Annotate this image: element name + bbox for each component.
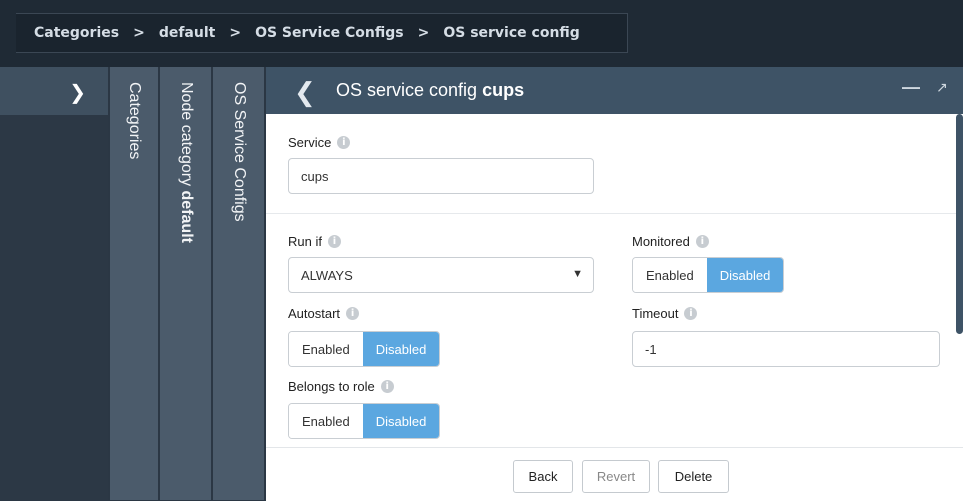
tab-node-category-label: Node category default (177, 82, 195, 243)
run-if-value: ALWAYS (301, 267, 353, 283)
back-button[interactable]: Back (513, 460, 573, 493)
info-icon[interactable]: i (684, 307, 698, 320)
chevron-right-icon: ❯ (69, 82, 86, 104)
panel-title-name: cups (482, 80, 525, 100)
autostart-toggle[interactable]: Enabled Disabled (288, 331, 441, 367)
delete-button[interactable]: Delete (658, 460, 729, 493)
tab-categories[interactable]: Categories (110, 67, 158, 500)
autostart-enabled-option[interactable]: Enabled (289, 332, 363, 366)
tab-os-service-configs[interactable]: OS Service Configs (213, 67, 264, 500)
monitored-toggle[interactable]: Enabled Disabled (632, 257, 785, 293)
info-icon[interactable]: i (380, 380, 394, 393)
info-icon[interactable]: i (695, 235, 709, 248)
panel-header: ❮ OS service config cups — ↗ (266, 67, 963, 114)
panel-title-prefix: OS service config (336, 80, 478, 100)
breadcrumb: Categories > default > OS Service Config… (16, 13, 628, 53)
config-panel: ❮ OS service config cups — ↗ Service i c… (266, 67, 963, 501)
monitored-disabled-option[interactable]: Disabled (706, 258, 784, 292)
tab-categories-label: Categories (126, 82, 143, 160)
breadcrumb-separator: > (229, 25, 242, 41)
run-if-select[interactable]: ALWAYS ▼ (288, 257, 594, 293)
autostart-label-row: Autostart i (288, 306, 360, 321)
service-label-row: Service i (288, 135, 351, 150)
timeout-label-row: Timeout i (632, 306, 698, 321)
maximize-icon[interactable]: ↗ (936, 79, 948, 96)
breadcrumb-separator: > (133, 25, 145, 41)
top-bar: Categories > default > OS Service Config… (0, 0, 963, 67)
node-category-prefix: Node category (178, 82, 195, 187)
breadcrumb-default[interactable]: default (159, 25, 216, 41)
chevron-left-icon[interactable]: ❮ (294, 77, 316, 108)
breadcrumb-os-service-configs[interactable]: OS Service Configs (255, 25, 404, 41)
timeout-label: Timeout (632, 306, 679, 321)
belongs-to-role-toggle[interactable]: Enabled Disabled (288, 403, 441, 439)
divider (266, 213, 956, 214)
run-if-label: Run if (288, 234, 322, 249)
info-icon[interactable]: i (346, 307, 360, 320)
autostart-disabled-option[interactable]: Disabled (362, 332, 440, 366)
belongs-label-row: Belongs to role i (288, 379, 394, 394)
belongs-to-role-label: Belongs to role (288, 379, 375, 394)
scrollbar[interactable] (956, 114, 963, 334)
minimize-icon[interactable]: — (902, 77, 920, 98)
timeout-input[interactable]: -1 (632, 331, 940, 367)
service-label: Service (288, 135, 332, 150)
left-column: ❯ (0, 67, 108, 500)
tab-node-category[interactable]: Node category default (160, 67, 211, 500)
panel-title: OS service config cups (336, 80, 524, 101)
belongs-disabled-option[interactable]: Disabled (362, 404, 440, 438)
revert-button[interactable]: Revert (582, 460, 650, 493)
monitored-label: Monitored (632, 234, 690, 249)
run-if-label-row: Run if i (288, 234, 341, 249)
panel-footer: Back Revert Delete (266, 447, 963, 501)
monitored-label-row: Monitored i (632, 234, 709, 249)
monitored-enabled-option[interactable]: Enabled (633, 258, 707, 292)
autostart-label: Autostart (288, 306, 341, 321)
dropdown-arrow-icon: ▼ (572, 268, 583, 280)
breadcrumb-separator: > (417, 25, 430, 41)
node-category-name: default (178, 190, 195, 243)
info-icon[interactable]: i (337, 136, 351, 149)
belongs-enabled-option[interactable]: Enabled (289, 404, 363, 438)
breadcrumb-categories[interactable]: Categories (34, 25, 119, 41)
service-input[interactable]: cups (288, 158, 594, 194)
tab-os-service-configs-label: OS Service Configs (231, 82, 248, 222)
info-icon[interactable]: i (327, 235, 341, 248)
breadcrumb-os-service-config[interactable]: OS service config (443, 25, 579, 41)
expand-sidebar-button[interactable]: ❯ (0, 67, 108, 115)
